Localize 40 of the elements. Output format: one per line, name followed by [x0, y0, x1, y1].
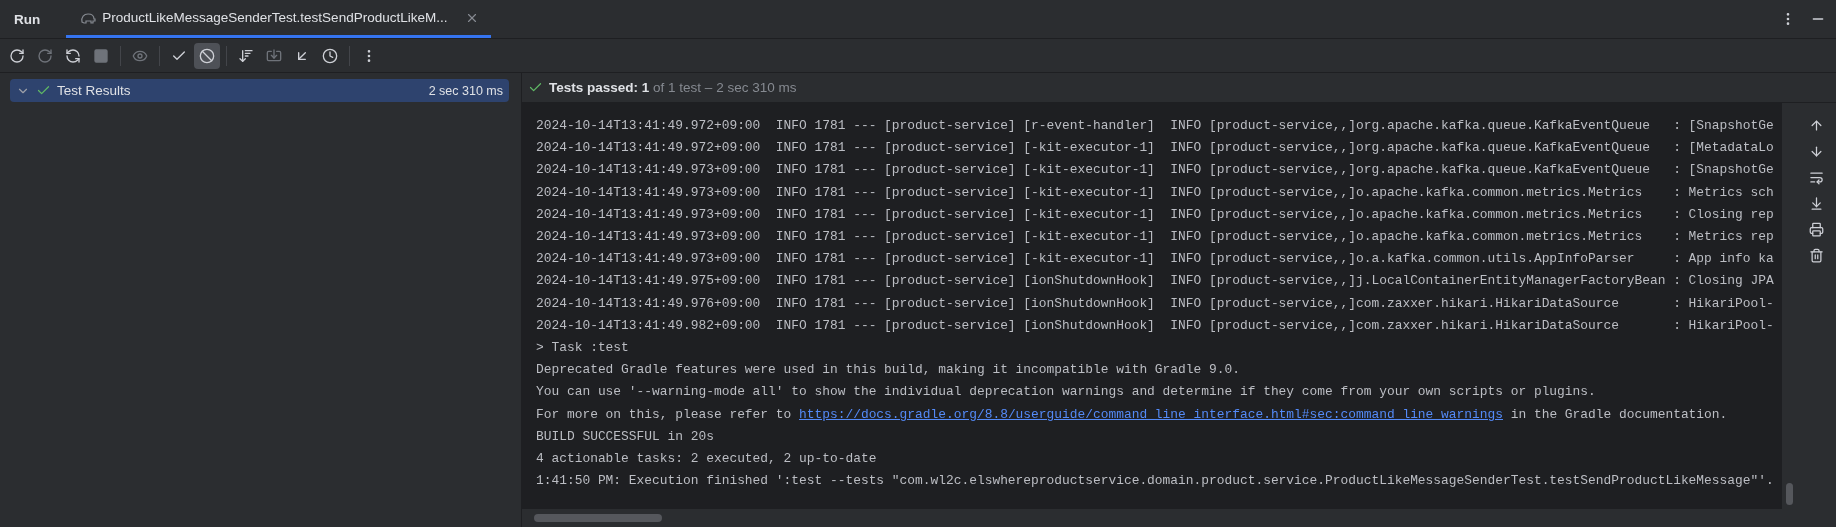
scrollbar-thumb[interactable]: [534, 514, 662, 522]
stop-icon: [93, 47, 109, 64]
sort-icon: [238, 47, 254, 64]
import-icon: [266, 47, 282, 64]
log-line: 2024-10-14T13:41:49.973+09:00 INFO 1781 --- [product-service] [-kit-executor-1] INFO [product-service,,]org.apache.kafka.queue.KafkaEventQueue : [SnapshotGe: [536, 161, 1774, 180]
show-ignored-button[interactable]: [194, 42, 220, 69]
wrap-icon: [1808, 169, 1824, 185]
console-line: For more on this, please refer to https://docs.gradle.org/8.8/userguide/command_line_interface.html#sec:command_line_warnings in the Gradle documentation.: [536, 405, 1728, 424]
tree-item[interactable]: Test Results 2 sec 310 ms: [10, 79, 509, 102]
clock-icon: [322, 47, 338, 64]
console-line: BUILD SUCCESSFUL in 20s: [536, 427, 714, 446]
console-line: Deprecated Gradle features were used in this build, making it incompatible with Gradle 9.0.: [536, 361, 1240, 380]
scrollbar-thumb[interactable]: [1785, 483, 1793, 505]
docs-link[interactable]: https://docs.gradle.org/8.8/userguide/command_line_interface.html#sec:command_line_warnings: [799, 406, 1503, 422]
tree-label: Test Results: [57, 83, 131, 98]
log-line: 2024-10-14T13:41:49.975+09:00 INFO 1781 --- [product-service] [ionShutdownHook] INFO [product-service,,]j.LocalContainerEntityManagerFactoryBean : Closing JPA: [536, 272, 1774, 291]
panel-title: Run: [13, 11, 42, 27]
rerun-icon: [37, 47, 53, 64]
log-line: 2024-10-14T13:41:49.973+09:00 INFO 1781 --- [product-service] [-kit-executor-1] INFO [product-service,,]o.apache.kafka.common.metrics.Metrics : Closing rep: [536, 205, 1774, 224]
rerun-icon: [9, 47, 25, 64]
log-line: 2024-10-14T13:41:49.973+09:00 INFO 1781 --- [product-service] [-kit-executor-1] INFO [product-service,,]o.a.kafka.common.utils.AppInfoParser : App info ka: [536, 250, 1774, 269]
console-line: > Task :test: [536, 339, 629, 358]
log-line: 2024-10-14T13:41:49.972+09:00 INFO 1781 --- [product-service] [-kit-executor-1] INFO [product-service,,]org.apache.kafka.queue.KafkaEventQueue : [MetadataLo: [536, 139, 1774, 158]
printer-icon: [1808, 221, 1824, 237]
console-line: You can use '--warning-mode all' to show the individual deprecation warnings and determine if they come from your own scripts or plugins.: [536, 383, 1596, 402]
log-line: 2024-10-14T13:41:49.976+09:00 INFO 1781 --- [product-service] [ionShutdownHook] INFO [product-service,,]com.zaxxer.hikari.HikariDataSource : HikariPool-: [536, 294, 1774, 313]
ban-icon: [199, 47, 215, 64]
log-line: 2024-10-14T13:41:49.982+09:00 INFO 1781 --- [product-service] [ionShutdownHook] INFO [product-service,,]com.zaxxer.hikari.HikariDataSource : HikariPool-: [536, 316, 1774, 335]
run-tab[interactable]: ProductLikeMessageSenderTest.testSendProductLikeM...: [66, 0, 492, 38]
trash-icon: [1808, 247, 1824, 263]
console-line: 1:41:50 PM: Execution finished ':test --tests "com.wl2c.elswhereproductservice.domain.product.service.ProductLikeMessageSenderTest.testSendProductLikeMessage"'.: [536, 472, 1774, 491]
log-line: 2024-10-14T13:41:49.973+09:00 INFO 1781 --- [product-service] [-kit-executor-1] INFO [product-service,,]o.apache.kafka.common.metrics.Metrics : Metrics rep: [536, 228, 1774, 246]
console-line: 4 actionable tasks: 2 executed, 2 up-to-date: [536, 450, 877, 469]
tab-label: ProductLikeMessageSenderTest.testSendProductLikeM...: [102, 10, 448, 25]
log-line: 2024-10-14T13:41:49.973+09:00 INFO 1781 --- [product-service] [-kit-executor-1] INFO [product-service,,]o.apache.kafka.common.metrics.Metrics : Metrics sch: [536, 183, 1774, 202]
status-label: Tests passed: 1 of 1 test – 2 sec 310 ms: [549, 80, 797, 95]
refresh-icon: [65, 47, 81, 64]
log-line: 2024-10-14T13:41:49.972+09:00 INFO 1781 --- [product-service] [r-event-handler] INFO [product-service,,]org.apache.kafka.queue.KafkaEventQueue : [SnapshotGe: [536, 117, 1774, 135]
arrow-down-icon: [1808, 143, 1824, 159]
duration: 2 sec 310 ms: [428, 83, 503, 98]
